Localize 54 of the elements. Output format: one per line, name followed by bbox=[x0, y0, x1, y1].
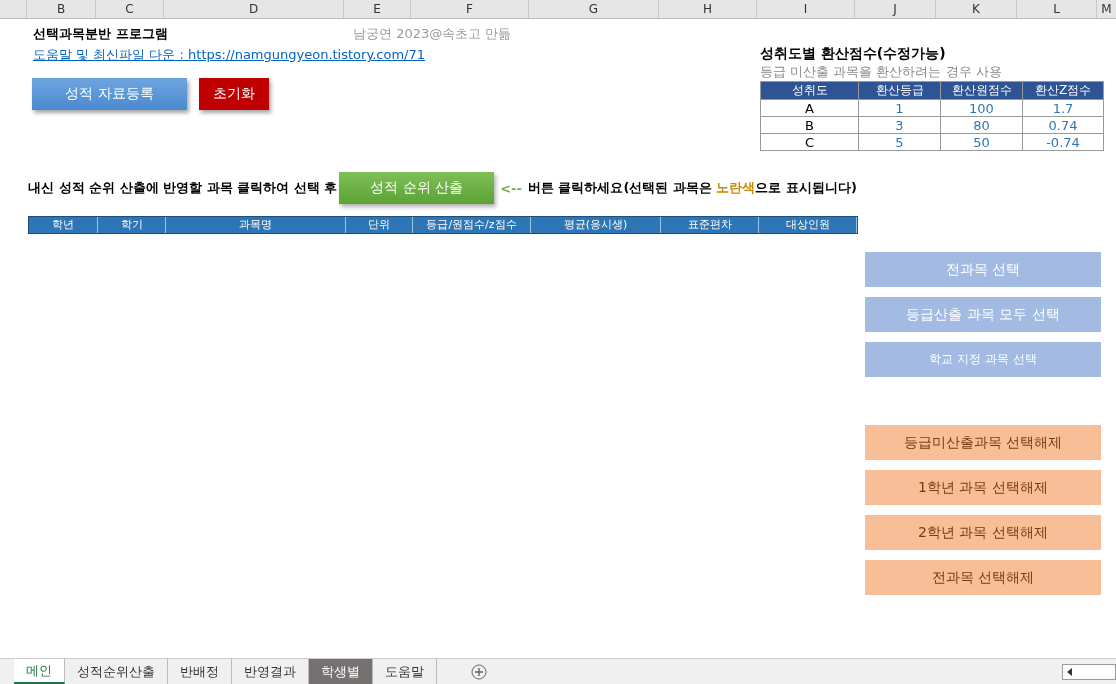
column-header[interactable]: M bbox=[1096, 0, 1116, 18]
column-heading: 학기 bbox=[98, 217, 166, 233]
conversion-title: 성취도별 환산점수(수정가능) bbox=[760, 45, 947, 63]
column-heading: 단위 bbox=[346, 217, 413, 233]
column-header[interactable]: K bbox=[935, 0, 1016, 18]
scroll-left-icon[interactable] bbox=[1066, 667, 1074, 676]
column-header[interactable]: G bbox=[528, 0, 658, 18]
column-header[interactable]: B bbox=[26, 0, 95, 18]
table-cell: -0.74 bbox=[1022, 133, 1104, 151]
column-heading: 과목명 bbox=[166, 217, 346, 233]
table-cell: 100 bbox=[940, 99, 1023, 117]
column-heading: 표준편차 bbox=[661, 217, 759, 233]
column-heading: 환산Z점수 bbox=[1022, 81, 1104, 100]
column-heading: 평균(응시생) bbox=[531, 217, 661, 233]
author-credit: 남궁연 2023@속초고 만듦 bbox=[352, 25, 512, 43]
instruction-text: 버튼 클릭하세요(선택된 과목은 노란색으로 표시됩니다) bbox=[527, 179, 857, 197]
column-heading: 환산원점수 bbox=[940, 81, 1023, 100]
table-cell: 5 bbox=[858, 133, 941, 151]
column-header[interactable]: C bbox=[95, 0, 163, 18]
help-link[interactable]: 도움말 및 최신파일 다운 : https://namgungyeon.tistory.com/71 bbox=[28, 46, 426, 64]
table-cell: 0.74 bbox=[1022, 116, 1104, 134]
column-header[interactable]: L bbox=[1016, 0, 1096, 18]
arrow-text: <-- bbox=[500, 180, 522, 196]
column-header[interactable]: H bbox=[658, 0, 756, 18]
reset-button[interactable]: 초기화 bbox=[199, 78, 269, 110]
table-cell: A bbox=[760, 99, 859, 117]
column-header[interactable]: J bbox=[854, 0, 935, 18]
table-cell: 1 bbox=[858, 99, 941, 117]
conversion-note: 등급 미산출 과목을 환산하려는 경우 사용 bbox=[760, 63, 1003, 81]
column-heading: 학년 bbox=[29, 217, 98, 233]
column-header[interactable]: D bbox=[163, 0, 343, 18]
table-cell: C bbox=[760, 133, 859, 151]
column-heading: 환산등급 bbox=[858, 81, 941, 100]
deselect-button[interactable]: 2학년 과목 선택해제 bbox=[865, 515, 1101, 550]
table-cell: 1.7 bbox=[1022, 99, 1104, 117]
instruction-text: 내신 성적 순위 산출에 반영할 과목 클릭하여 선택 후 bbox=[28, 179, 338, 197]
deselect-button[interactable]: 전과목 선택해제 bbox=[865, 560, 1101, 595]
column-header[interactable]: I bbox=[756, 0, 854, 18]
deselect-button[interactable]: 등급미산출과목 선택해제 bbox=[865, 425, 1101, 460]
program-title: 선택과목분반 프로그램 bbox=[32, 25, 169, 43]
table-cell: 80 bbox=[940, 116, 1023, 134]
column-heading: 대상인원 bbox=[759, 217, 857, 233]
table-cell: B bbox=[760, 116, 859, 134]
table-cell: 50 bbox=[940, 133, 1023, 151]
deselect-button[interactable]: 1학년 과목 선택해제 bbox=[865, 470, 1101, 505]
horizontal-scrollbar[interactable] bbox=[1062, 663, 1116, 680]
sheet-tab[interactable]: 메인 bbox=[14, 659, 65, 684]
column-header[interactable]: E bbox=[343, 0, 410, 18]
column-heading: 등급/원점수/z점수 bbox=[413, 217, 531, 233]
column-heading: 성취도 bbox=[760, 81, 859, 100]
column-header[interactable]: F bbox=[410, 0, 528, 18]
add-sheet-icon[interactable] bbox=[471, 663, 487, 680]
sheet-tab[interactable]: 학생별 bbox=[309, 659, 373, 684]
table-cell: 3 bbox=[858, 116, 941, 134]
